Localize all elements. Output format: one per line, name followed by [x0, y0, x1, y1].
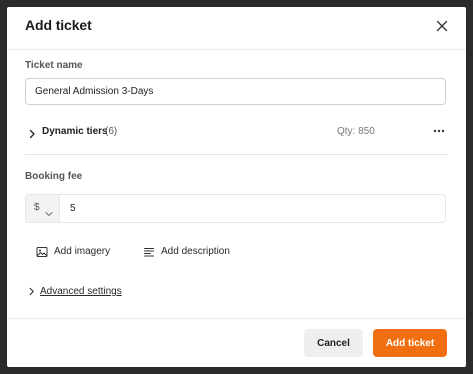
chevron-right-icon[interactable]	[27, 126, 37, 139]
cancel-button[interactable]: Cancel	[304, 329, 363, 357]
ticket-name-label: Ticket name	[25, 60, 83, 71]
header-divider	[7, 49, 466, 50]
add-imagery-button[interactable]: Add imagery	[36, 244, 118, 260]
dynamic-tiers-label: Dynamic tiers	[42, 126, 108, 137]
dialog-title: Add ticket	[25, 17, 92, 33]
add-ticket-dialog: Add ticket Ticket name Dynamic tiers (6)…	[7, 7, 466, 367]
add-description-button[interactable]: Add description	[143, 244, 235, 260]
chevron-right-icon	[29, 287, 34, 296]
advanced-settings-toggle[interactable]: Advanced settings	[25, 284, 125, 300]
dialog-header: Add ticket	[7, 7, 466, 47]
dynamic-tiers-count: (6)	[105, 126, 118, 137]
booking-fee-field: $	[25, 194, 446, 223]
add-ticket-button[interactable]: Add ticket	[373, 329, 447, 357]
image-icon	[36, 247, 48, 257]
text-align-icon	[144, 248, 154, 257]
more-horizontal-icon[interactable]	[432, 124, 446, 138]
currency-symbol: $	[34, 202, 40, 213]
tier-quantity: Qty: 850	[337, 126, 375, 137]
ticket-name-input[interactable]	[25, 78, 446, 105]
footer-divider	[7, 318, 466, 319]
section-divider	[25, 154, 448, 155]
add-imagery-label: Add imagery	[54, 246, 111, 257]
close-icon[interactable]	[434, 18, 450, 34]
add-description-label: Add description	[161, 246, 230, 257]
currency-select[interactable]: $	[26, 195, 60, 222]
chevron-down-icon	[45, 205, 53, 217]
booking-fee-input[interactable]	[60, 195, 445, 222]
dynamic-tiers-row[interactable]: Dynamic tiers (6) Qty: 850	[25, 122, 448, 142]
booking-fee-label: Booking fee	[25, 171, 83, 182]
advanced-settings-link[interactable]: Advanced settings	[40, 286, 122, 297]
